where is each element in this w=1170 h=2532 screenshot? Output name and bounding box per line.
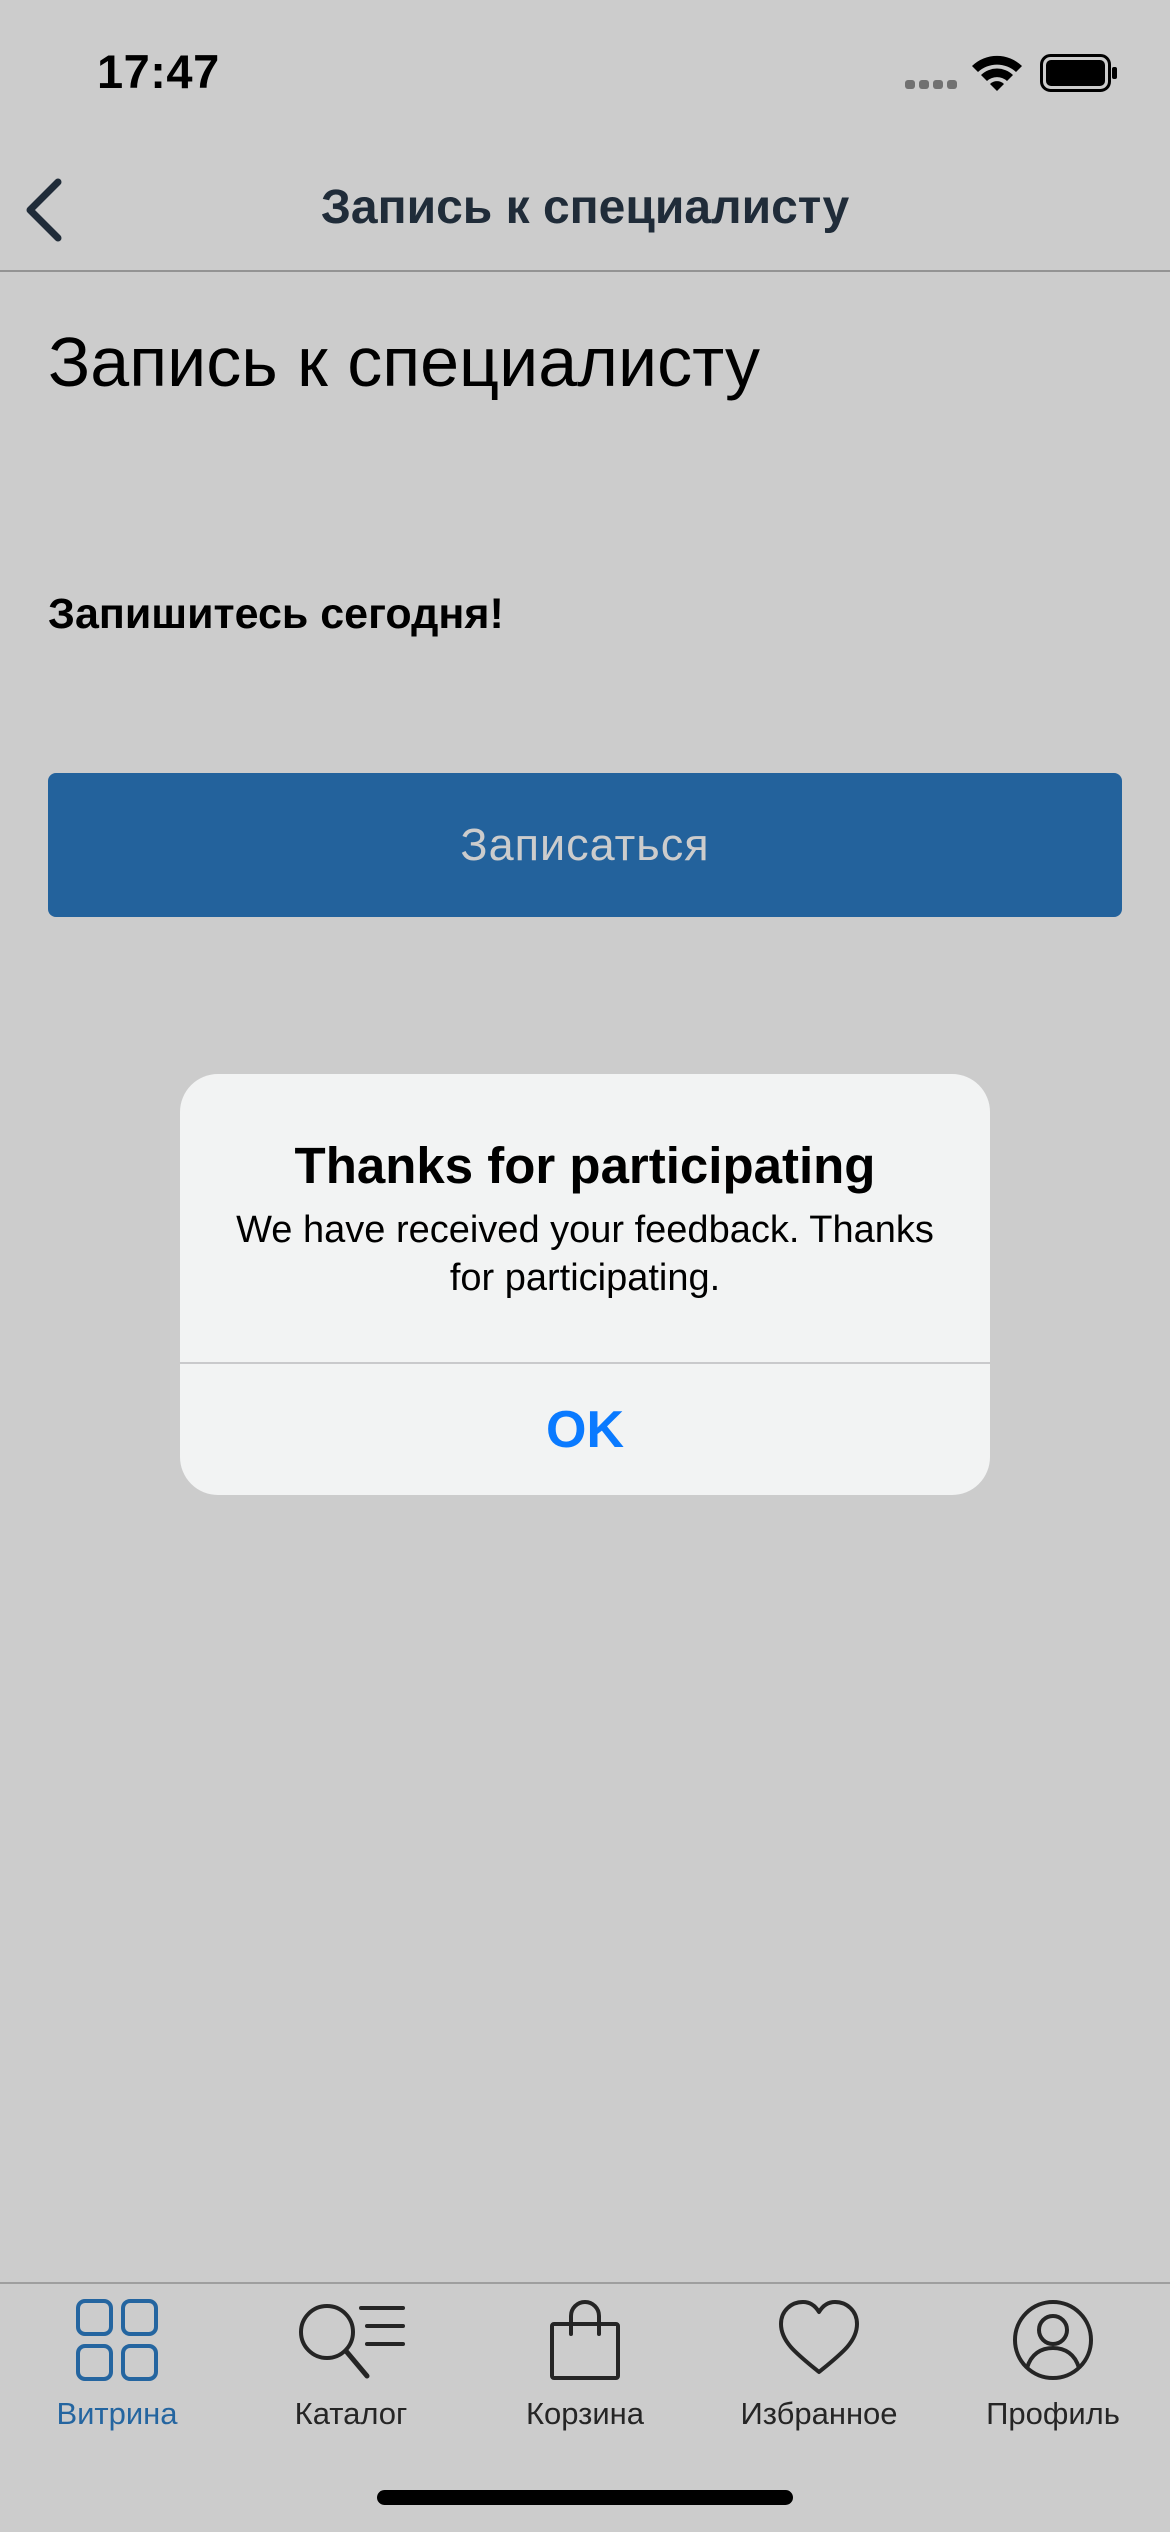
alert-ok-button[interactable]: OK	[180, 1364, 990, 1495]
alert-title: Thanks for participating	[294, 1137, 876, 1194]
alert-message: We have received your feedback. Thanks f…	[236, 1209, 934, 1299]
alert-dialog: Thanks for participating We have receive…	[180, 1074, 990, 1495]
